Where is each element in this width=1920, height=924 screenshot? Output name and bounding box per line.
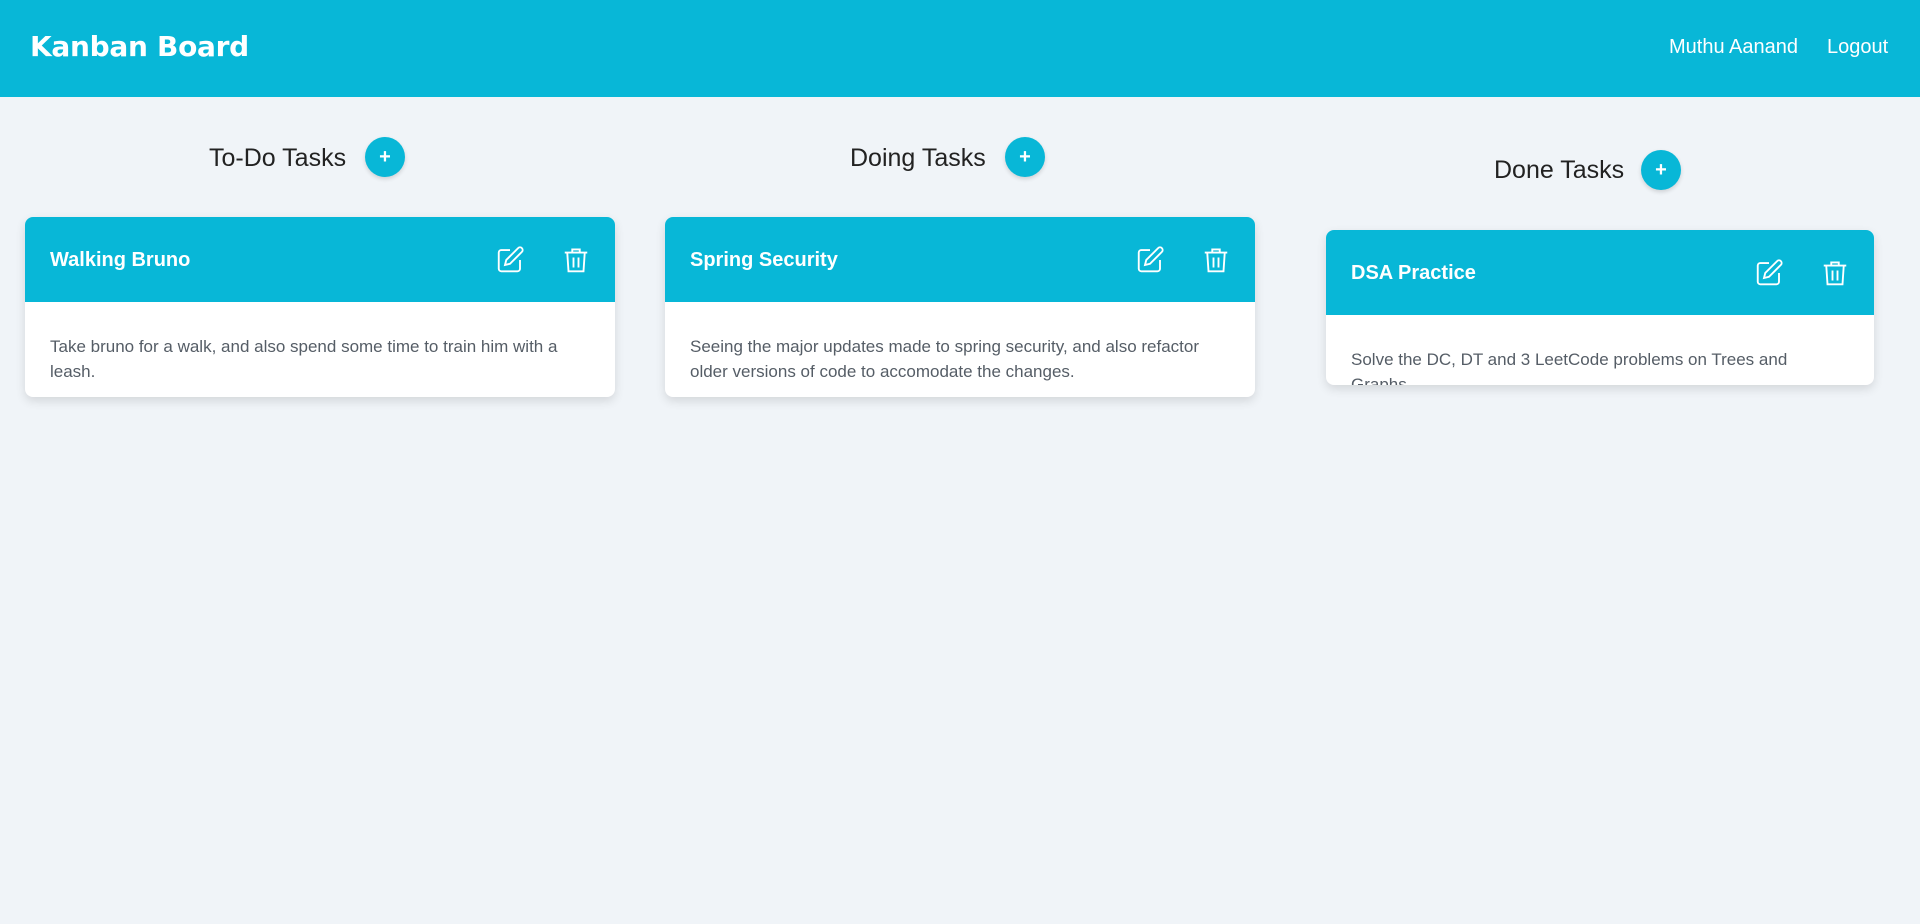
delete-task-button[interactable] (1201, 245, 1231, 275)
edit-task-button[interactable] (495, 245, 525, 275)
task-title: Spring Security (690, 249, 838, 271)
edit-icon (1137, 246, 1164, 273)
task-card-done: DSA Practice Solve the DC, DT and 3 Leet… (1326, 230, 1874, 385)
app-title[interactable]: Kanban Board (30, 30, 249, 63)
delete-task-button[interactable] (561, 245, 591, 275)
task-card-doing: Spring Security Seeing the major updates… (665, 217, 1255, 397)
column-title-done: Done Tasks (1494, 156, 1625, 184)
edit-icon (497, 246, 524, 273)
task-description: Seeing the major updates made to spring … (690, 337, 1200, 381)
trash-icon (1204, 248, 1228, 273)
task-card-header: Spring Security (665, 217, 1255, 302)
task-card-todo: Walking Bruno Take bruno for a walk, and… (25, 217, 615, 397)
task-card-header: DSA Practice (1326, 230, 1874, 315)
task-description: Take bruno for a walk, and also spend so… (50, 337, 558, 381)
delete-task-button[interactable] (1820, 258, 1850, 288)
edit-task-button[interactable] (1754, 258, 1784, 288)
logout-link[interactable]: Logout (1827, 36, 1888, 59)
column-title-todo: To-Do Tasks (209, 144, 347, 172)
edit-icon (1756, 259, 1783, 286)
add-todo-task-button[interactable]: + (365, 137, 405, 177)
task-title: Walking Bruno (50, 249, 191, 271)
column-title-doing: Doing Tasks (850, 144, 986, 172)
task-description: Solve the DC, DT and 3 LeetCode problems… (1351, 350, 1788, 385)
edit-task-button[interactable] (1135, 245, 1165, 275)
task-card-header: Walking Bruno (25, 217, 615, 302)
navbar: Kanban Board Muthu Aanand Logout (0, 0, 1920, 97)
user-name-link[interactable]: Muthu Aanand (1669, 36, 1798, 59)
add-done-task-button[interactable]: + (1641, 150, 1681, 190)
trash-icon (1823, 261, 1847, 286)
trash-icon (564, 248, 588, 273)
add-doing-task-button[interactable]: + (1005, 137, 1045, 177)
task-title: DSA Practice (1351, 262, 1476, 284)
